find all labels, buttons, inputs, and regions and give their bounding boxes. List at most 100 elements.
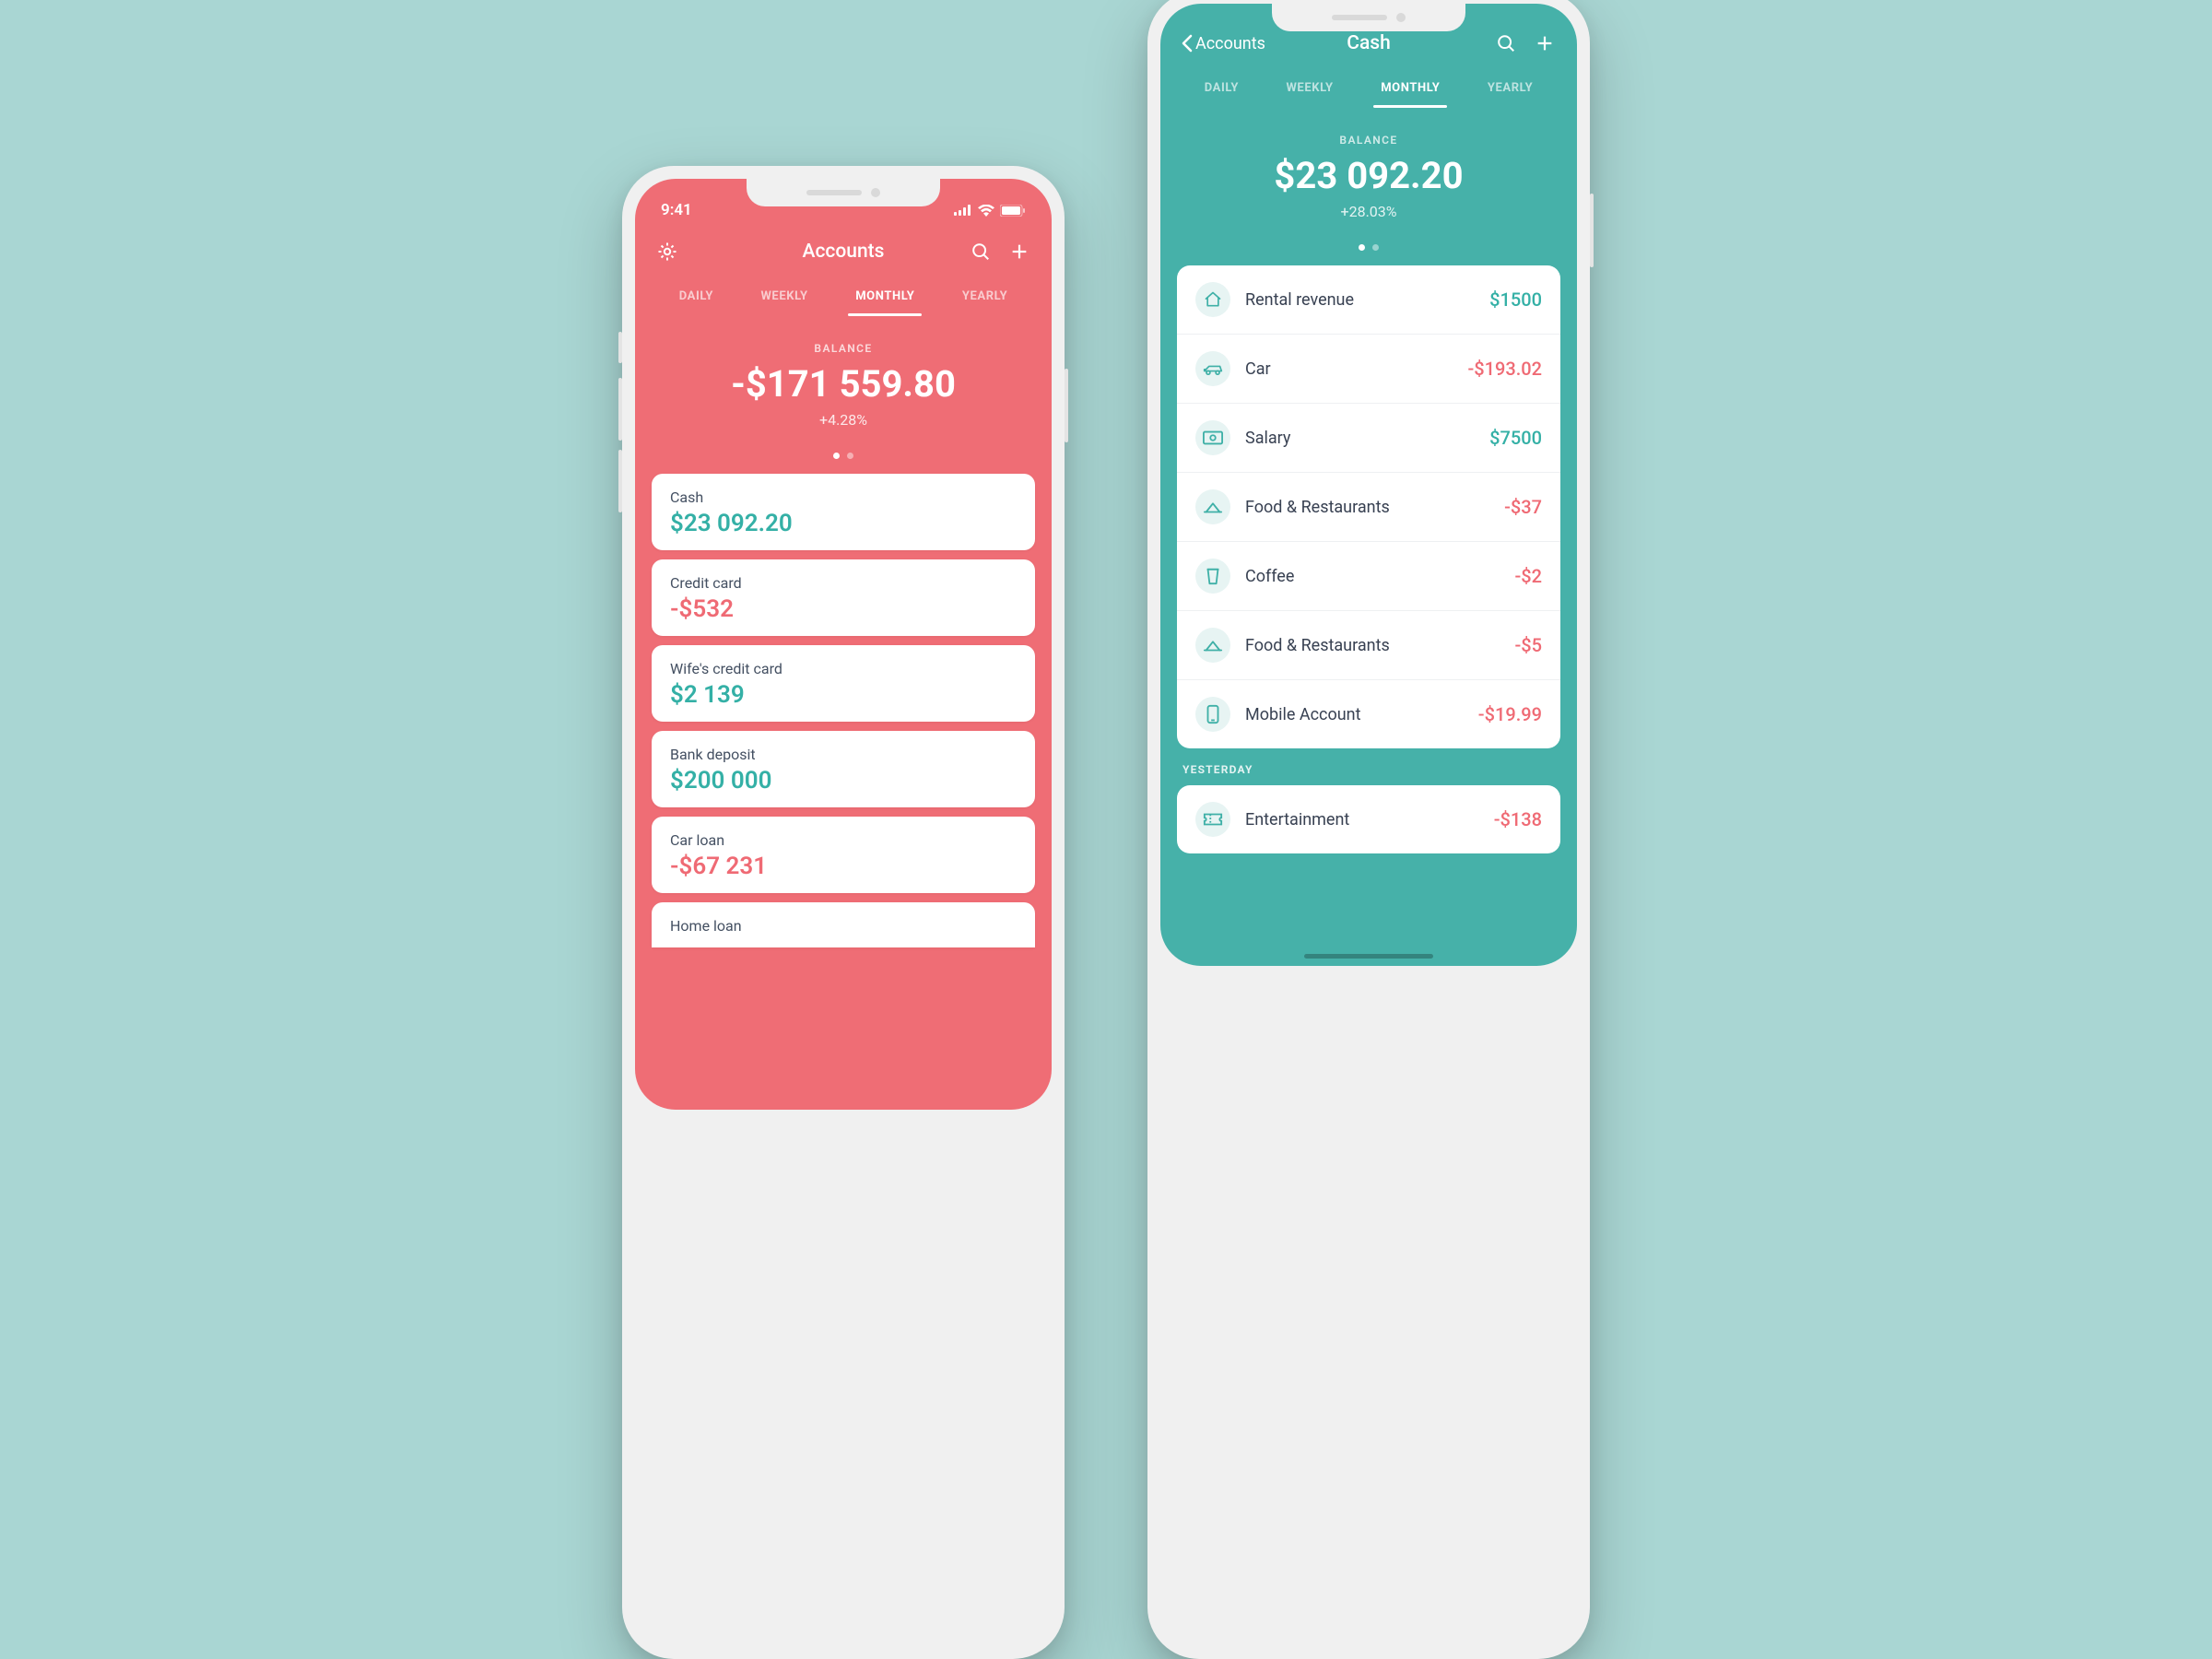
status-indicators <box>954 205 1026 217</box>
transaction-row[interactable]: Mobile Account -$19.99 <box>1177 680 1560 748</box>
transaction-amount: -$5 <box>1514 634 1542 656</box>
coffee-icon <box>1195 559 1230 594</box>
balance-label: BALANCE <box>653 342 1033 355</box>
transaction-list-yesterday: Entertainment -$138 <box>1177 785 1560 853</box>
page-dots[interactable] <box>635 440 1052 474</box>
transaction-amount: -$138 <box>1494 808 1542 830</box>
account-amount: $23 092.20 <box>670 510 1017 537</box>
tab-yearly[interactable]: YEARLY <box>960 284 1009 316</box>
account-name: Cash <box>670 488 1017 506</box>
page-title: Accounts <box>803 241 885 263</box>
transaction-name: Rental revenue <box>1245 290 1475 310</box>
dot <box>1372 244 1379 251</box>
search-button[interactable] <box>969 240 993 264</box>
nav-bar: Accounts <box>635 229 1052 267</box>
tab-yearly[interactable]: YEARLY <box>1486 76 1535 108</box>
account-card[interactable]: Home loan <box>652 902 1035 947</box>
dot <box>847 453 853 459</box>
transaction-amount: -$193.02 <box>1467 358 1542 380</box>
search-button[interactable] <box>1494 31 1518 55</box>
dot <box>1359 244 1365 251</box>
add-button[interactable] <box>1533 31 1557 55</box>
transaction-row[interactable]: Entertainment -$138 <box>1177 785 1560 853</box>
tab-weekly[interactable]: WEEKLY <box>759 284 809 316</box>
car-icon <box>1195 351 1230 386</box>
account-name: Bank deposit <box>670 746 1017 763</box>
add-button[interactable] <box>1007 240 1031 264</box>
account-amount: $2 139 <box>670 681 1017 709</box>
tab-daily[interactable]: DAILY <box>1203 76 1241 108</box>
transaction-row[interactable]: Coffee-$2 <box>1177 542 1560 611</box>
transaction-row[interactable]: Food & Restaurants -$5 <box>1177 611 1560 680</box>
tab-weekly[interactable]: WEEKLY <box>1284 76 1335 108</box>
back-button[interactable]: Accounts <box>1181 34 1265 53</box>
transaction-row[interactable]: Car -$193.02 <box>1177 335 1560 404</box>
account-card[interactable]: Bank deposit $200 000 <box>652 731 1035 807</box>
account-card[interactable]: Car loan-$67 231 <box>652 817 1035 893</box>
wifi-icon <box>978 205 994 217</box>
battery-icon <box>1000 205 1026 217</box>
ticket-icon <box>1195 802 1230 837</box>
period-tabs: DAILY WEEKLY MONTHLY YEARLY <box>635 267 1052 316</box>
settings-button[interactable] <box>655 240 679 264</box>
screen-accounts: 9:41 Accounts DAI <box>635 179 1052 1110</box>
dot <box>833 453 840 459</box>
balance-delta: +28.03% <box>1179 203 1559 220</box>
cellular-icon <box>954 205 972 216</box>
balance-value: -$171 559.80 <box>653 362 1033 406</box>
transaction-name: Coffee <box>1245 567 1500 586</box>
device-notch <box>1272 4 1465 31</box>
balance-block: BALANCE -$171 559.80 +4.28% <box>635 316 1052 440</box>
account-amount: -$532 <box>670 595 1017 623</box>
transaction-amount: -$19.99 <box>1478 703 1542 725</box>
status-time: 9:41 <box>661 201 692 219</box>
account-card[interactable]: Cash $23 092.20 <box>652 474 1035 550</box>
device-notch <box>747 179 940 206</box>
transaction-amount: $1500 <box>1489 288 1542 311</box>
food-icon <box>1195 628 1230 663</box>
page-dots[interactable] <box>1160 231 1577 265</box>
transaction-name: Mobile Account <box>1245 705 1464 724</box>
chevron-left-icon <box>1181 34 1194 53</box>
balance-delta: +4.28% <box>653 411 1033 429</box>
plus-icon <box>1009 241 1030 262</box>
page-title: Cash <box>1347 32 1391 54</box>
section-yesterday: YESTERDAY <box>1177 748 1560 785</box>
transaction-name: Food & Restaurants <box>1245 498 1489 517</box>
transaction-row[interactable]: Rental revenue $1500 <box>1177 265 1560 335</box>
screen-cash: Accounts Cash DAILY WEEKLY MONTHLY YEARLY B… <box>1160 4 1577 966</box>
home-icon <box>1195 282 1230 317</box>
transaction-name: Car <box>1245 359 1453 379</box>
plus-icon <box>1535 33 1555 53</box>
transaction-scroll[interactable]: Rental revenue $1500 Car -$193.02 Salary$750… <box>1160 265 1577 966</box>
tab-monthly[interactable]: MONTHLY <box>1379 76 1441 108</box>
cash-icon <box>1195 420 1230 455</box>
transaction-row[interactable]: Food & Restaurants -$37 <box>1177 473 1560 542</box>
back-label: Accounts <box>1195 34 1265 53</box>
search-icon <box>971 241 991 262</box>
transaction-name: Entertainment <box>1245 810 1479 830</box>
balance-block: BALANCE $23 092.20 +28.03% <box>1160 108 1577 231</box>
phone-cash: Accounts Cash DAILY WEEKLY MONTHLY YEARLY B… <box>1147 0 1590 1659</box>
account-list[interactable]: Cash $23 092.20 Credit card -$532 Wife's cre… <box>635 474 1052 1110</box>
account-name: Home loan <box>670 917 1017 935</box>
mobile-icon <box>1195 697 1230 732</box>
balance-value: $23 092.20 <box>1179 154 1559 197</box>
transaction-amount: $7500 <box>1489 427 1542 449</box>
search-icon <box>1496 33 1516 53</box>
home-indicator[interactable] <box>1304 954 1433 959</box>
account-card[interactable]: Credit card -$532 <box>652 559 1035 636</box>
account-name: Credit card <box>670 574 1017 592</box>
transaction-amount: -$37 <box>1504 496 1542 518</box>
transaction-name: Food & Restaurants <box>1245 636 1500 655</box>
tab-monthly[interactable]: MONTHLY <box>853 284 916 316</box>
period-tabs: DAILY WEEKLY MONTHLY YEARLY <box>1160 59 1577 108</box>
food-icon <box>1195 489 1230 524</box>
phone-accounts: 9:41 Accounts DAI <box>622 166 1065 1659</box>
account-amount: -$67 231 <box>670 853 1017 880</box>
account-card[interactable]: Wife's credit card $2 139 <box>652 645 1035 722</box>
account-amount: $200 000 <box>670 767 1017 794</box>
account-name: Wife's credit card <box>670 660 1017 677</box>
transaction-row[interactable]: Salary$7500 <box>1177 404 1560 473</box>
tab-daily[interactable]: DAILY <box>677 284 715 316</box>
